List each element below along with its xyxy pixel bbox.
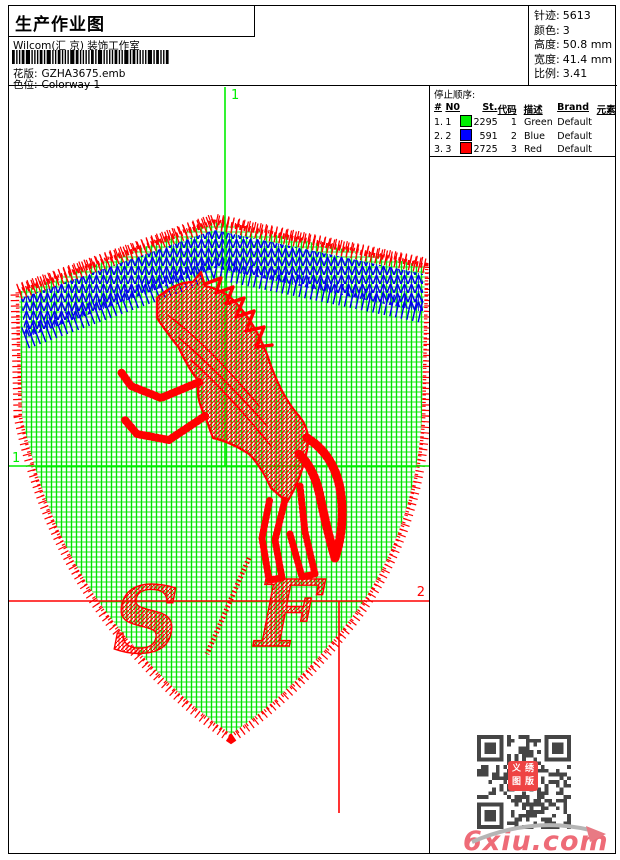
svg-text:S: S <box>113 566 179 674</box>
swoosh-icon <box>471 823 606 844</box>
header-divider <box>528 5 529 85</box>
page-title: 生产作业图 <box>15 15 105 35</box>
color-swatch-green <box>460 115 473 128</box>
start-marker-label-top: 1 <box>231 88 239 103</box>
barcode <box>12 50 169 64</box>
stop-sequence-header: # N0 St. 代码 描述 Brand 元素 <box>434 102 616 116</box>
stitch-count: 针迹: 5613 <box>534 9 591 22</box>
table-row: 1. 1 2295 1 Green Default <box>434 115 592 129</box>
table-row: 3. 3 2725 3 Red Default <box>434 142 592 156</box>
embroidery-design-canvas: 1 1 2 S F <box>9 87 429 813</box>
stop-sequence-table: 停止顺序: # N0 St. 代码 描述 Brand 元素 1. 1 2295 … <box>430 86 616 157</box>
svg-text:F: F <box>252 560 326 668</box>
stop-sequence-title: 停止顺序: <box>434 90 476 101</box>
column-divider <box>429 85 430 854</box>
title-box: 生产作业图 <box>8 5 255 37</box>
design-height: 高度: 50.8 mm <box>534 38 613 51</box>
color-swatch-red <box>460 142 473 155</box>
color-swatch-blue <box>460 128 473 141</box>
design-info-panel: 针迹: 5613 颜色: 3 高度: 50.8 mm 宽度: 41.4 mm 比例: 3.… <box>534 9 615 82</box>
end-marker-label: 2 <box>417 585 425 600</box>
table-row: 2. 2 591 2 Blue Default <box>434 128 592 142</box>
design-width: 宽度: 41.4 mm <box>534 52 613 66</box>
color-count: 颜色: 3 <box>534 23 570 37</box>
design-scale: 比例: 3.41 <box>534 67 588 80</box>
seal-stamp: 义 绣 图 版 <box>508 761 538 791</box>
start-marker-label-left: 1 <box>12 451 20 466</box>
